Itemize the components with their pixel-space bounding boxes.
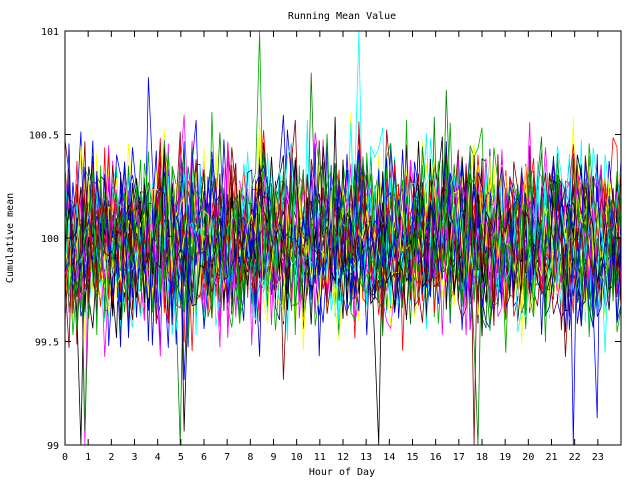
x-tick-label: 4 [155,452,161,463]
x-tick-label: 0 [62,452,68,463]
x-tick-label: 14 [383,452,395,463]
x-tick-label: 8 [247,452,253,463]
x-tick-label: 2 [108,452,114,463]
x-tick-label: 13 [360,452,372,463]
x-tick-label: 18 [476,452,488,463]
x-tick-label: 5 [178,452,184,463]
x-tick-label: 6 [201,452,207,463]
y-tick-label: 99.5 [35,338,59,349]
series-layer [64,30,622,446]
chart-title: Running Mean Value [288,11,396,22]
running-mean-chart: Running Mean Value 0 1 2 3 4 5 6 7 8 9 10 11 12 13 14 1… [5,11,622,478]
x-tick-label: 20 [522,452,534,463]
x-tick-label: 9 [270,452,276,463]
y-tick-label: 101 [41,27,59,38]
y-axis-label: Cumulative mean [5,193,16,283]
x-tick-label: 16 [430,452,442,463]
x-tick-label: 19 [499,452,511,463]
x-tick-label: 12 [337,452,349,463]
x-tick-label: 23 [592,452,604,463]
y-tick-label: 99 [47,441,59,452]
x-tick-label: 1 [85,452,91,463]
x-tick-label: 3 [131,452,137,463]
x-tick-label: 22 [569,452,581,463]
x-tick-label: 7 [224,452,230,463]
x-tick-label: 17 [453,452,465,463]
x-axis-label: Hour of Day [309,467,375,478]
y-tick-label: 100.5 [29,131,59,142]
x-tick-label: 11 [314,452,326,463]
x-tick-label: 21 [545,452,557,463]
x-tick-label: 10 [291,452,303,463]
y-tick-label: 100 [41,234,59,245]
x-tick-label: 15 [406,452,418,463]
